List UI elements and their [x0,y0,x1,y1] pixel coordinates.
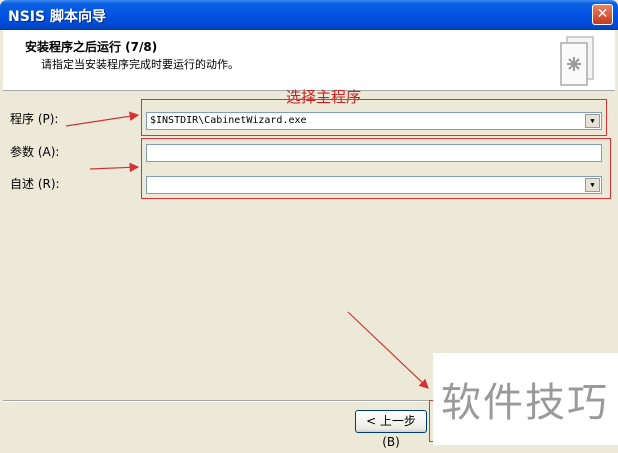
arrow-to-program [65,111,140,127]
arrow-to-options [89,162,140,173]
back-button[interactable]: < 上一步 (B) [355,410,427,449]
watermark-text: 软件技巧 [441,380,609,426]
arrow-to-next [347,311,429,389]
